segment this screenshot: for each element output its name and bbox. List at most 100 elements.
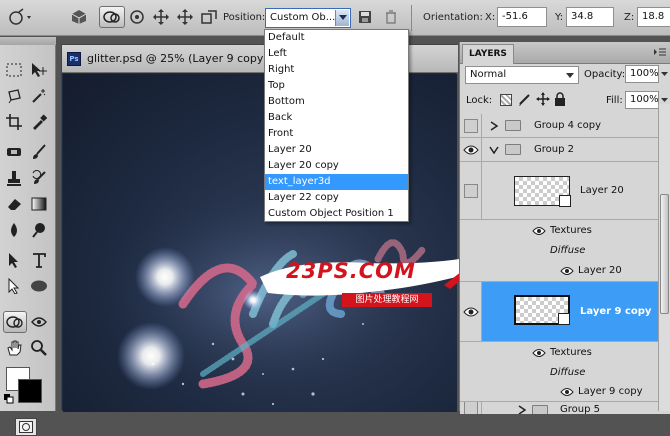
eye-icon[interactable]: [532, 226, 546, 236]
lock-transparent-icon[interactable]: [500, 94, 512, 106]
gradient-tool-icon[interactable]: [28, 193, 50, 215]
fill-chevron-icon[interactable]: [661, 98, 668, 103]
3d-rotate-tool-icon[interactable]: [3, 311, 27, 333]
chevron-down-icon[interactable]: [335, 10, 349, 26]
crop-tool-icon[interactable]: [3, 111, 25, 133]
position-menu-item[interactable]: Left: [265, 46, 408, 62]
save-position-icon[interactable]: [354, 6, 376, 28]
lock-all-icon[interactable]: [554, 92, 566, 109]
eye-icon[interactable]: [560, 387, 574, 397]
direct-select-icon[interactable]: [3, 275, 25, 297]
expand-arrow-icon[interactable]: [490, 121, 498, 131]
position-menu-item[interactable]: text_layer3d: [265, 174, 408, 190]
collapse-arrow-icon[interactable]: [489, 146, 499, 154]
options-divider: [411, 5, 412, 31]
background-color-swatch[interactable]: [18, 379, 42, 403]
opacity-chevron-icon[interactable]: [661, 72, 668, 77]
expand-arrow-icon[interactable]: [518, 405, 526, 414]
position-menu-item[interactable]: Front: [265, 126, 408, 142]
clone-stamp-icon[interactable]: [3, 167, 25, 189]
z-field[interactable]: 18.8: [637, 7, 670, 27]
folder-icon: [505, 120, 521, 131]
blur-tool-icon[interactable]: [3, 219, 25, 241]
eye-icon[interactable]: [460, 138, 482, 161]
lasso-tool-icon[interactable]: [3, 85, 25, 107]
type-tool-icon[interactable]: [28, 249, 50, 271]
3d-object-scale-icon[interactable]: [198, 6, 220, 28]
layer-row-layer-20[interactable]: Layer 20: [460, 162, 670, 220]
layers-tab[interactable]: LAYERS: [462, 44, 514, 64]
3d-layer-icon: [559, 195, 571, 207]
fill-field[interactable]: 100%: [625, 91, 659, 109]
visibility-toggle[interactable]: [460, 162, 482, 219]
layer-row-group-2[interactable]: Group 2: [460, 138, 670, 162]
delete-position-icon[interactable]: [380, 6, 402, 28]
position-label: Position:: [223, 12, 266, 23]
visibility-toggle[interactable]: [460, 402, 482, 414]
hand-tool-icon[interactable]: [3, 337, 25, 359]
layer-row-textures[interactable]: Textures: [460, 342, 670, 364]
position-menu-item[interactable]: Bottom: [265, 94, 408, 110]
eye-icon[interactable]: [560, 266, 574, 276]
layer-row-texture-layer-9-copy[interactable]: Layer 9 copy: [460, 382, 670, 402]
tools-panel: [0, 37, 56, 436]
path-select-icon[interactable]: [3, 249, 25, 271]
position-menu-item[interactable]: Top: [265, 78, 408, 94]
blend-mode-select[interactable]: Normal: [465, 66, 579, 84]
opacity-field[interactable]: 100%: [625, 65, 659, 83]
history-brush-icon[interactable]: [28, 167, 50, 189]
move-tool-icon[interactable]: [28, 59, 50, 81]
eraser-icon[interactable]: [3, 193, 25, 215]
3d-object-rotate-icon[interactable]: [68, 6, 90, 28]
tools-header: [0, 37, 56, 45]
position-menu-item[interactable]: Back: [265, 110, 408, 126]
eye-icon[interactable]: [460, 282, 482, 341]
visibility-off-box: [463, 118, 478, 133]
y-field[interactable]: 34.8: [566, 7, 614, 27]
3d-object-roll-icon[interactable]: [99, 6, 125, 28]
lock-position-icon[interactable]: [536, 92, 550, 109]
lock-image-icon[interactable]: [518, 92, 532, 109]
opacity-label: Opacity:: [584, 69, 626, 80]
layer-row-group-4-copy[interactable]: Group 4 copy: [460, 114, 670, 138]
position-select[interactable]: Custom Ob...: [265, 8, 351, 28]
x-field[interactable]: -51.6: [497, 7, 547, 27]
marquee-tool-icon[interactable]: [3, 59, 25, 81]
position-menu-item[interactable]: Layer 22 copy: [265, 190, 408, 206]
layer-row-textures[interactable]: Textures: [460, 220, 670, 242]
quick-mask-icon[interactable]: [15, 418, 37, 436]
spot-healing-icon[interactable]: [3, 141, 25, 163]
eyedropper-icon[interactable]: [28, 111, 50, 133]
position-menu-item[interactable]: Right: [265, 62, 408, 78]
eye-icon[interactable]: [532, 348, 546, 358]
magic-wand-icon[interactable]: [28, 85, 50, 107]
layer-row-texture-layer-20[interactable]: Layer 20: [460, 260, 670, 282]
dodge-tool-icon[interactable]: [28, 219, 50, 241]
position-menu-item[interactable]: Layer 20 copy: [265, 158, 408, 174]
position-dropdown-menu: Default Left Right Top Bottom Back Front Layer …: [264, 29, 409, 222]
orientation-label: Orientation:: [423, 12, 483, 23]
scrollbar-thumb[interactable]: [660, 194, 669, 314]
layer-thumbnail: [514, 176, 571, 207]
position-menu-item[interactable]: Custom Object Position 1: [265, 206, 408, 222]
blend-mode-value: Normal: [470, 69, 507, 80]
layer-row-group-5[interactable]: Group 5: [460, 402, 670, 414]
ellipse-tool-icon[interactable]: [28, 275, 50, 297]
position-menu-item[interactable]: Layer 20: [265, 142, 408, 158]
3d-object-drag-icon[interactable]: [126, 6, 148, 28]
default-colors-icon[interactable]: [4, 394, 14, 404]
brush-tool-icon[interactable]: [28, 141, 50, 163]
layer-row-diffuse[interactable]: Diffuse: [460, 364, 670, 382]
layers-scrollbar[interactable]: [658, 104, 670, 411]
panel-menu-icon[interactable]: [653, 47, 667, 59]
visibility-toggle[interactable]: [460, 114, 482, 137]
3d-object-slide-icon[interactable]: [150, 6, 172, 28]
zoom-tool-icon[interactable]: [28, 337, 50, 359]
layer-row-layer-9-copy[interactable]: Layer 9 copy: [460, 282, 670, 342]
layer-row-diffuse[interactable]: Diffuse: [460, 242, 670, 260]
position-menu-item[interactable]: Default: [265, 30, 408, 46]
3d-object-pan-icon[interactable]: [174, 6, 196, 28]
3d-camera-rotate-icon[interactable]: [28, 311, 50, 333]
tool-preset-picker[interactable]: [6, 6, 36, 28]
folder-icon: [505, 144, 521, 155]
